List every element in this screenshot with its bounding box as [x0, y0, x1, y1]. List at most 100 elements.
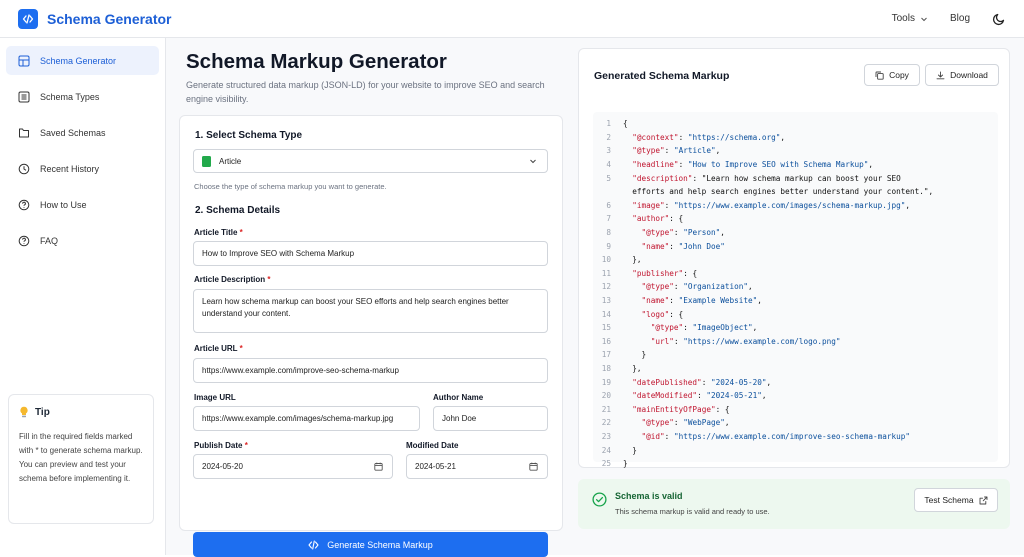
sidebar-item-schema-generator[interactable]: Schema Generator [6, 46, 159, 75]
grid-icon [18, 55, 30, 66]
sidebar: Schema Generator Schema Types Saved Sche… [0, 38, 166, 555]
generator-panel: Schema Markup Generator Generate structu… [166, 38, 578, 557]
list-icon [18, 91, 30, 102]
code-text: "@type": "Article", [632, 146, 721, 156]
line-number: 8 [606, 228, 611, 238]
line-number: 4 [606, 160, 611, 170]
code-line: 7 "author": { [593, 212, 998, 226]
code-block[interactable]: 1{2 "@context": "https://schema.org", 3 "… [593, 112, 998, 468]
article-title-value: How to Improve SEO with Schema Markup [202, 249, 355, 258]
schema-type-select[interactable]: Article [193, 149, 548, 173]
page-title: Schema Markup Generator [186, 50, 447, 73]
generate-button-label: Generate Schema Markup [327, 539, 433, 550]
moon-icon[interactable] [992, 12, 1006, 26]
code-text: "name": "John Doe" [641, 241, 725, 251]
copy-button[interactable]: Copy [864, 64, 920, 86]
code-line: 22 "@type": "WebPage", [593, 416, 998, 430]
article-url-input[interactable]: https://www.example.com/improve-seo-sche… [193, 358, 548, 383]
test-schema-button[interactable]: Test Schema [914, 488, 998, 512]
line-number: 14 [601, 309, 611, 319]
code-line: 3 "@type": "Article", [593, 144, 998, 158]
code-line: 23 "@id": "https://www.example.com/impro… [593, 430, 998, 444]
sidebar-item-faq[interactable]: FAQ [6, 226, 159, 255]
sidebar-item-label: Recent History [40, 163, 100, 174]
code-text: "datePublished": "2024-05-20", [632, 377, 772, 387]
check-circle-icon [592, 492, 607, 507]
blog-link[interactable]: Blog [950, 13, 970, 24]
code-text: "dateModified": "2024-05-21", [632, 391, 767, 401]
code-line: 4 "headline": "How to Improve SEO with S… [593, 158, 998, 172]
output-title: Generated Schema Markup [594, 70, 730, 82]
validation-banner: Schema is valid This schema markup is va… [578, 479, 1010, 529]
code-text: efforts and help search engines better u… [623, 187, 934, 197]
author-name-value: John Doe [442, 414, 477, 423]
header-nav: Tools Blog [892, 12, 1006, 26]
line-number: 7 [606, 214, 611, 224]
code-text: { [623, 119, 628, 129]
tools-menu[interactable]: Tools [892, 13, 928, 24]
code-line: 6 "image": "https://www.example.com/imag… [593, 199, 998, 213]
code-text: "image": "https://www.example.com/images… [632, 200, 910, 210]
code-line: 19 "datePublished": "2024-05-20", [593, 375, 998, 389]
brand-name: Schema Generator [47, 10, 172, 27]
sidebar-item-schema-types[interactable]: Schema Types [6, 82, 159, 111]
line-number: 6 [606, 200, 611, 210]
sidebar-item-saved-schemas[interactable]: Saved Schemas [6, 118, 159, 147]
code-line: 18 }, [593, 362, 998, 376]
publish-date-input[interactable]: 2024-05-20 [193, 454, 393, 479]
modified-date-input[interactable]: 2024-05-21 [406, 454, 548, 479]
code-text: "@type": "WebPage", [641, 418, 730, 428]
section-title-schema-type: 1. Select Schema Type [195, 130, 303, 141]
code-line: 25} [593, 457, 998, 471]
sidebar-item-label: FAQ [40, 235, 59, 246]
article-title-label: Article Title * [194, 228, 243, 237]
calendar-icon[interactable] [374, 462, 383, 471]
image-url-input[interactable]: https://www.example.com/images/schema-ma… [193, 406, 420, 431]
article-icon [202, 155, 211, 167]
line-number: 19 [601, 377, 611, 387]
author-name-input[interactable]: John Doe [433, 406, 548, 431]
brand[interactable]: Schema Generator [18, 8, 172, 29]
line-number: 12 [601, 282, 611, 292]
tip-card: Tip Fill in the required fields marked w… [8, 394, 154, 524]
schema-type-help: Choose the type of schema markup you wan… [194, 182, 387, 191]
code-line: 14 "logo": { [593, 307, 998, 321]
article-url-value: https://www.example.com/improve-seo-sche… [202, 366, 399, 375]
publish-date-label: Publish Date * [194, 441, 248, 450]
code-line: 12 "@type": "Organization", [593, 280, 998, 294]
top-header: Schema Generator Tools Blog [0, 0, 1024, 38]
download-button-label: Download [950, 70, 988, 80]
line-number: 18 [601, 363, 611, 373]
page-subtitle: Generate structured data markup (JSON-LD… [186, 80, 545, 104]
app-body: Schema Generator Schema Types Saved Sche… [0, 38, 1024, 557]
code-line: 16 "url": "https://www.example.com/logo.… [593, 335, 998, 349]
section-title-schema-details: 2. Schema Details [195, 205, 281, 216]
code-line: 10 }, [593, 253, 998, 267]
sidebar-item-how-to-use[interactable]: How to Use [6, 190, 159, 219]
download-icon [936, 71, 945, 79]
code-line: 2 "@context": "https://schema.org", [593, 131, 998, 145]
clock-icon [18, 163, 30, 174]
sidebar-item-label: Schema Generator [40, 55, 117, 66]
generated-markup-card: Generated Schema Markup Copy Download 1{… [578, 48, 1010, 468]
line-number: 10 [601, 255, 611, 265]
download-button[interactable]: Download [925, 64, 999, 86]
schema-type-value: Article [219, 156, 242, 166]
code-text: "logo": { [641, 309, 684, 319]
generate-schema-button[interactable]: Generate Schema Markup [193, 532, 548, 557]
tip-header: Tip [19, 406, 143, 418]
line-number: 22 [601, 418, 611, 428]
sidebar-item-recent-history[interactable]: Recent History [6, 154, 159, 183]
line-number: 5 [606, 173, 611, 183]
copy-button-label: Copy [889, 70, 909, 80]
line-number: 11 [601, 268, 611, 278]
article-description-textarea[interactable]: Learn how schema markup can boost your S… [193, 289, 548, 333]
line-number: 13 [601, 296, 611, 306]
calendar-icon[interactable] [529, 462, 538, 471]
article-title-input[interactable]: How to Improve SEO with Schema Markup [193, 241, 548, 266]
code-text: "name": "Example Website", [641, 296, 762, 306]
output-panel: Generated Schema Markup Copy Download 1{… [578, 38, 1024, 555]
modified-date-label: Modified Date [406, 441, 459, 450]
code-logo-icon [18, 8, 38, 29]
code-text: "@type": "ImageObject", [650, 323, 758, 333]
